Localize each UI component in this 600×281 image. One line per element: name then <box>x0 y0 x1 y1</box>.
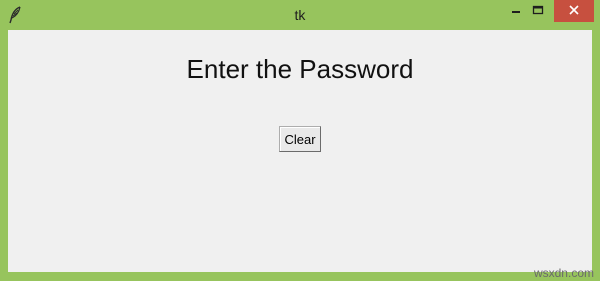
minimize-icon <box>511 2 521 20</box>
close-button[interactable] <box>554 0 594 22</box>
close-icon <box>569 2 579 20</box>
app-window: tk Enter the Password Clear <box>0 0 600 281</box>
title-bar[interactable]: tk <box>0 0 600 30</box>
password-heading: Enter the Password <box>186 54 414 84</box>
client-area: Enter the Password Clear <box>8 30 592 272</box>
watermark: wsxdn.com <box>533 266 594 280</box>
clear-button[interactable]: Clear <box>279 126 321 152</box>
maximize-icon <box>532 2 544 20</box>
maximize-button[interactable] <box>523 0 553 22</box>
